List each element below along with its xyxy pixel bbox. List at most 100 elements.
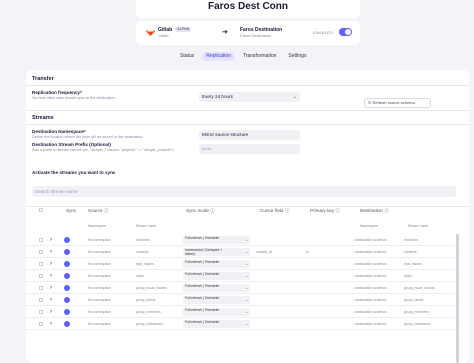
status-label: ENABLED [313, 30, 334, 35]
table-row[interactable]: › No namespace branches Full refresh | O… [26, 234, 456, 246]
destination-info[interactable]: Faros Destination Faros Destination [240, 27, 282, 38]
replication-frequency-value: Every 24 hours [202, 94, 233, 99]
stream-prefix-input[interactable]: prefix [199, 144, 300, 154]
sync-mode-line1: Full refresh | Overwrite [185, 260, 220, 264]
destination-namespace-select[interactable]: Mirror source structure [199, 130, 300, 140]
sync-toggle[interactable] [64, 285, 70, 291]
gitlab-logo-icon [146, 29, 155, 36]
subhead-dest-stream-name: Stream name [408, 224, 429, 228]
table-row[interactable]: › No namespace group_milestones Full ref… [26, 318, 456, 330]
sync-mode-line1: Full refresh | Overwrite [185, 236, 220, 240]
divider [26, 124, 469, 125]
divider [26, 110, 469, 111]
info-icon: ⓘ [210, 208, 215, 213]
subhead-dest-namespace: Namespace [360, 224, 379, 228]
col-sync-mode: Sync mode ⓘ [186, 208, 215, 213]
alpha-badge: ALPHA [175, 27, 192, 32]
connection-enabled-toggle[interactable] [339, 28, 352, 36]
tab-settings[interactable]: Settings [284, 52, 310, 61]
chevron-down-icon: ⌄ [245, 250, 248, 254]
info-icon: ⓘ [103, 208, 109, 213]
info-icon: ⓘ [335, 208, 341, 213]
sync-mode-line1: Full refresh | Overwrite [185, 308, 220, 312]
replication-frequency-desc: Set how often data should sync to the de… [32, 96, 115, 100]
info-icon: ⓘ [384, 208, 389, 213]
tab-status[interactable]: Status [176, 52, 198, 61]
col-cursor-field: Cursor field ⓘ [260, 208, 290, 213]
destination-namespace-desc: Define the location where the data will … [32, 135, 143, 139]
chevron-down-icon: ⌄ [292, 94, 297, 100]
destination-subtitle: Faros Destination [240, 33, 272, 38]
subhead-namespace: Namespace [88, 224, 107, 228]
col-source: Source ⓘ [88, 208, 109, 213]
info-icon: ⓘ [284, 208, 290, 213]
refresh-icon: ↻ [368, 100, 372, 105]
sync-mode-select[interactable]: Incremental | Deduped + history ⌄ [183, 248, 250, 256]
table-row[interactable]: › No namespace group_members Full refres… [26, 306, 456, 318]
row-checkbox[interactable] [39, 322, 43, 326]
tab-transformation[interactable]: Transformation [239, 52, 280, 61]
divider [26, 85, 469, 86]
chevron-down-icon: ⌄ [245, 310, 248, 314]
destination-namespace-label: Destination Namespace* [32, 129, 86, 134]
row-checkbox[interactable] [39, 262, 43, 266]
sync-mode-line1: Full refresh | Overwrite [185, 320, 220, 324]
replication-frequency-select[interactable]: Every 24 hours ⌄ [199, 92, 300, 102]
sync-toggle[interactable] [64, 309, 70, 315]
table-row[interactable]: › No namespace group_labels Full refresh… [26, 294, 456, 306]
sync-mode-select[interactable]: Full refresh | Overwrite ⌄ [183, 284, 250, 292]
refresh-schema-button[interactable]: ↻ Refresh source schema [364, 98, 431, 108]
table-row[interactable]: › No namespace commits Incremental | Ded… [26, 246, 456, 258]
sync-toggle[interactable] [64, 297, 70, 303]
sync-mode-select[interactable]: Full refresh | Overwrite ⌄ [183, 320, 250, 328]
col-sync: Sync [66, 208, 77, 213]
row-checkbox[interactable] [39, 250, 43, 254]
transfer-section-title: Transfer [32, 76, 54, 82]
divider [26, 206, 469, 207]
row-divider [26, 329, 456, 330]
stream-search-input[interactable]: Search stream name [32, 186, 456, 197]
sync-mode-line1: Full refresh | Overwrite [185, 296, 220, 300]
table-scrollbar[interactable] [456, 234, 459, 363]
col-destination: Destination ⓘ [360, 208, 389, 213]
table-row[interactable]: › No namespace group_issue_boards Full r… [26, 282, 456, 294]
arrow-right-icon: ➔ [222, 29, 228, 36]
row-checkbox[interactable] [39, 298, 43, 302]
sync-mode-select[interactable]: Full refresh | Overwrite ⌄ [183, 308, 250, 316]
source-subtitle: Gitlab [158, 33, 169, 38]
sync-toggle[interactable] [64, 237, 70, 243]
subhead-stream-name: Stream name [136, 224, 157, 228]
chevron-down-icon: ⌄ [245, 238, 248, 242]
sync-mode-select[interactable]: Full refresh | Overwrite ⌄ [183, 272, 250, 280]
activate-streams-label: Activate the streams you want to sync [32, 170, 116, 175]
sync-mode-select[interactable]: Full refresh | Overwrite ⌄ [183, 296, 250, 304]
tab-replication[interactable]: Replication [202, 52, 235, 61]
row-checkbox[interactable] [39, 286, 43, 290]
row-checkbox[interactable] [39, 310, 43, 314]
connection-header: Faros Dest Conn [136, 0, 360, 18]
table-row[interactable]: › No namespace epics Full refresh | Over… [26, 270, 456, 282]
connection-summary-card: Gitlab ALPHA Gitlab ➔ Faros Destination F… [136, 21, 360, 45]
sync-toggle[interactable] [64, 261, 70, 267]
stream-prefix-desc: Add a prefix to stream names (ex. "airby… [32, 148, 174, 152]
row-checkbox[interactable] [39, 238, 43, 242]
col-primary-key: Primary key ⓘ [310, 208, 341, 213]
connection-tabs: Status Replication Transformation Settin… [176, 52, 310, 61]
row-checkbox[interactable] [39, 274, 43, 278]
sync-toggle[interactable] [64, 321, 70, 327]
connection-title: Faros Dest Conn [207, 1, 288, 12]
select-all-checkbox[interactable] [39, 208, 43, 212]
table-row[interactable]: › No namespace epic_issues Full refresh … [26, 258, 456, 270]
sync-mode-select[interactable]: Full refresh | Overwrite ⌄ [183, 260, 250, 268]
chevron-down-icon: ⌄ [245, 286, 248, 290]
replication-frequency-label: Replication frequency* [32, 90, 82, 95]
sync-mode-line1: Full refresh | Overwrite [185, 272, 220, 276]
sync-toggle[interactable] [64, 273, 70, 279]
sync-mode-select[interactable]: Full refresh | Overwrite ⌄ [183, 236, 250, 244]
source-info[interactable]: Gitlab ALPHA Gitlab [146, 27, 192, 38]
streams-section-title: Streams [32, 115, 54, 121]
destination-namespace-value: Mirror source structure [202, 132, 249, 137]
stream-prefix-label: Destination Stream Prefix (Optional) [32, 142, 111, 147]
chevron-down-icon: ⌄ [245, 322, 248, 326]
sync-toggle[interactable] [64, 249, 70, 255]
